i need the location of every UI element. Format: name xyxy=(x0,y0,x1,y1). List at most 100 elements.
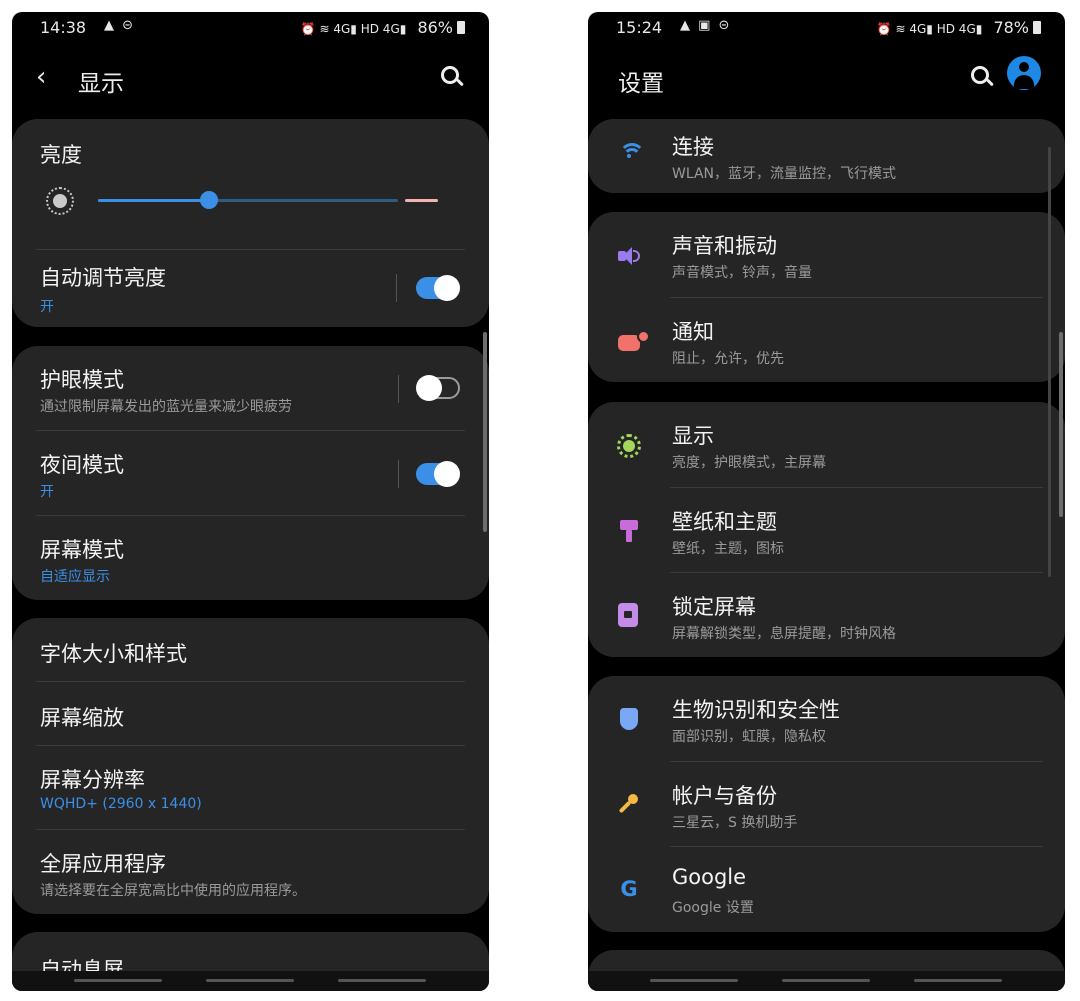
item-label: 生物识别和安全性 xyxy=(672,698,840,722)
item-label: 通知 xyxy=(672,320,714,344)
auto-brightness-label: 自动调节亮度 xyxy=(40,266,166,290)
settings-item-accounts[interactable]: 帐户与备份 三星云，S 换机助手 xyxy=(588,762,1065,846)
item-label: 连接 xyxy=(672,135,714,159)
screen-mode-row[interactable]: 屏幕模式 自适应显示 xyxy=(12,516,489,600)
eye-comfort-label: 护眼模式 xyxy=(40,368,124,392)
nav-recents[interactable] xyxy=(74,979,162,982)
battery-icon xyxy=(1033,21,1041,34)
auto-brightness-toggle[interactable] xyxy=(416,275,460,301)
toggle-knob xyxy=(416,375,442,401)
item-description: 阻止，允许，优先 xyxy=(672,351,784,367)
nav-home[interactable] xyxy=(782,979,870,982)
eye-night-mode-card: 护眼模式 通过限制屏幕发出的蓝光量来减少眼疲劳 夜间模式 开 屏幕模式 自适应显… xyxy=(12,346,489,600)
item-label: 帐户与备份 xyxy=(672,784,777,808)
vertical-divider xyxy=(398,375,399,403)
resolution-row[interactable]: 屏幕分辨率 WQHD+ (2960 x 1440) xyxy=(12,746,489,829)
item-description: 三星云，S 换机助手 xyxy=(672,815,798,831)
nav-back[interactable] xyxy=(338,979,426,982)
resolution-value: WQHD+ (2960 x 1440) xyxy=(40,796,202,812)
item-description: 声音模式，铃声，音量 xyxy=(672,265,812,281)
night-mode-row[interactable]: 夜间模式 开 xyxy=(12,431,489,515)
eye-comfort-description: 通过限制屏幕发出的蓝光量来减少眼疲劳 xyxy=(40,399,292,415)
fullscreen-apps-row[interactable]: 全屏应用程序 请选择要在全屏宽高比中使用的应用程序。 xyxy=(12,830,489,914)
settings-item-google[interactable]: G Google Google 设置 xyxy=(588,847,1065,932)
settings-item-connections[interactable]: 连接 WLAN，蓝牙，流量监控，飞行模式 xyxy=(588,119,1065,193)
vertical-divider xyxy=(396,274,397,302)
slider-end-marker xyxy=(405,199,438,202)
screen-zoom-row[interactable]: 屏幕缩放 xyxy=(12,682,489,745)
google-icon: G xyxy=(620,877,638,901)
nav-back[interactable] xyxy=(914,979,1002,982)
speaker-icon xyxy=(618,245,640,267)
nav-home[interactable] xyxy=(206,979,294,982)
connections-card: 连接 WLAN，蓝牙，流量监控，飞行模式 xyxy=(588,119,1065,193)
battery-level: 78% xyxy=(993,18,1029,37)
eye-comfort-toggle[interactable] xyxy=(416,375,460,401)
night-mode-status: 开 xyxy=(40,484,54,500)
status-time: 15:24 xyxy=(616,18,663,37)
night-mode-label: 夜间模式 xyxy=(40,453,124,477)
night-mode-toggle[interactable] xyxy=(416,461,460,487)
item-description: 壁纸，主题，图标 xyxy=(672,541,784,557)
font-size-label: 字体大小和样式 xyxy=(40,642,187,666)
screen-mode-label: 屏幕模式 xyxy=(40,538,124,562)
settings-item-biometrics[interactable]: 生物识别和安全性 面部识别，虹膜，隐私权 xyxy=(588,676,1065,761)
item-description: 屏幕解锁类型，息屏提醒，时钟风格 xyxy=(672,626,896,642)
display-wallpaper-lock-card: 显示 亮度，护眼模式，主屏幕 壁纸和主题 壁纸，主题，图标 锁定屏幕 屏幕解锁类… xyxy=(588,402,1065,657)
settings-item-sound[interactable]: 声音和振动 声音模式，铃声，音量 xyxy=(588,212,1065,297)
shield-icon xyxy=(618,708,640,730)
navigation-bar xyxy=(588,971,1065,991)
settings-item-notifications[interactable]: 通知 阻止，允许，优先 xyxy=(588,298,1065,382)
brightness-label: 亮度 xyxy=(40,143,82,167)
network-icons: ⏰ ≋ 4G▮ HD 4G▮ xyxy=(300,22,407,36)
item-description: 亮度，护眼模式，主屏幕 xyxy=(672,455,826,471)
battery-icon xyxy=(457,21,465,34)
brightness-card: 亮度 自动调节亮度 开 xyxy=(12,119,489,327)
security-accounts-card: 生物识别和安全性 面部识别，虹膜，隐私权 帐户与备份 三星云，S 换机助手 G … xyxy=(588,676,1065,932)
settings-screen: 15:24 ▲ ▣ ⊝ ⏰ ≋ 4G▮ HD 4G▮ 78% 设置 连接 WLA… xyxy=(588,12,1065,991)
scroll-indicator[interactable] xyxy=(483,332,487,532)
lock-icon xyxy=(618,603,638,627)
search-icon[interactable] xyxy=(967,62,997,92)
app-bar: 设置 xyxy=(588,54,1065,104)
fullscreen-apps-description: 请选择要在全屏宽高比中使用的应用程序。 xyxy=(40,883,306,899)
network-icons: ⏰ ≋ 4G▮ HD 4G▮ xyxy=(876,22,983,36)
resolution-label: 屏幕分辨率 xyxy=(40,768,145,792)
scroll-indicator[interactable] xyxy=(1048,147,1051,577)
paint-brush-icon xyxy=(618,520,640,542)
status-bar: 15:24 ▲ ▣ ⊝ ⏰ ≋ 4G▮ HD 4G▮ 78% xyxy=(588,12,1065,44)
display-settings-screen: 14:38 ▲ ⊝ ⏰ ≋ 4G▮ HD 4G▮ 86% ‹ 显示 亮度 自动调… xyxy=(12,12,489,991)
status-notification-icons: ▲ ▣ ⊝ xyxy=(680,18,732,33)
item-description: 面部识别，虹膜，隐私权 xyxy=(672,729,826,745)
auto-brightness-status: 开 xyxy=(40,299,54,315)
toggle-knob xyxy=(434,275,460,301)
settings-item-display[interactable]: 显示 亮度，护眼模式，主屏幕 xyxy=(588,402,1065,487)
eye-comfort-row[interactable]: 护眼模式 通过限制屏幕发出的蓝光量来减少眼疲劳 xyxy=(12,346,489,430)
vertical-divider xyxy=(398,460,399,488)
settings-item-wallpaper[interactable]: 壁纸和主题 壁纸，主题，图标 xyxy=(588,488,1065,572)
search-icon[interactable] xyxy=(437,62,467,92)
screen-mode-value: 自适应显示 xyxy=(40,569,110,585)
settings-item-lock-screen[interactable]: 锁定屏幕 屏幕解锁类型，息屏提醒，时钟风格 xyxy=(588,573,1065,657)
page-title: 显示 xyxy=(78,71,124,97)
display-sun-icon xyxy=(617,434,641,458)
wifi-icon xyxy=(618,141,645,163)
item-label: 壁纸和主题 xyxy=(672,510,777,534)
brightness-slider[interactable] xyxy=(98,191,438,211)
notification-icon xyxy=(618,330,650,351)
auto-brightness-row[interactable]: 自动调节亮度 开 xyxy=(12,250,489,327)
screen-zoom-label: 屏幕缩放 xyxy=(40,706,124,730)
key-icon xyxy=(618,794,640,816)
sound-notifications-card: 声音和振动 声音模式，铃声，音量 通知 阻止，允许，优先 xyxy=(588,212,1065,382)
toggle-knob xyxy=(434,461,460,487)
slider-thumb[interactable] xyxy=(200,191,218,209)
account-avatar-icon[interactable] xyxy=(1007,56,1041,90)
fullscreen-apps-label: 全屏应用程序 xyxy=(40,852,166,876)
item-label: Google xyxy=(672,865,747,889)
navigation-bar xyxy=(12,971,489,991)
status-bar: 14:38 ▲ ⊝ ⏰ ≋ 4G▮ HD 4G▮ 86% xyxy=(12,12,489,44)
back-arrow-icon[interactable]: ‹ xyxy=(36,62,46,92)
font-size-row[interactable]: 字体大小和样式 xyxy=(12,618,489,681)
nav-recents[interactable] xyxy=(650,979,738,982)
edge-panel-handle[interactable] xyxy=(1059,332,1063,517)
